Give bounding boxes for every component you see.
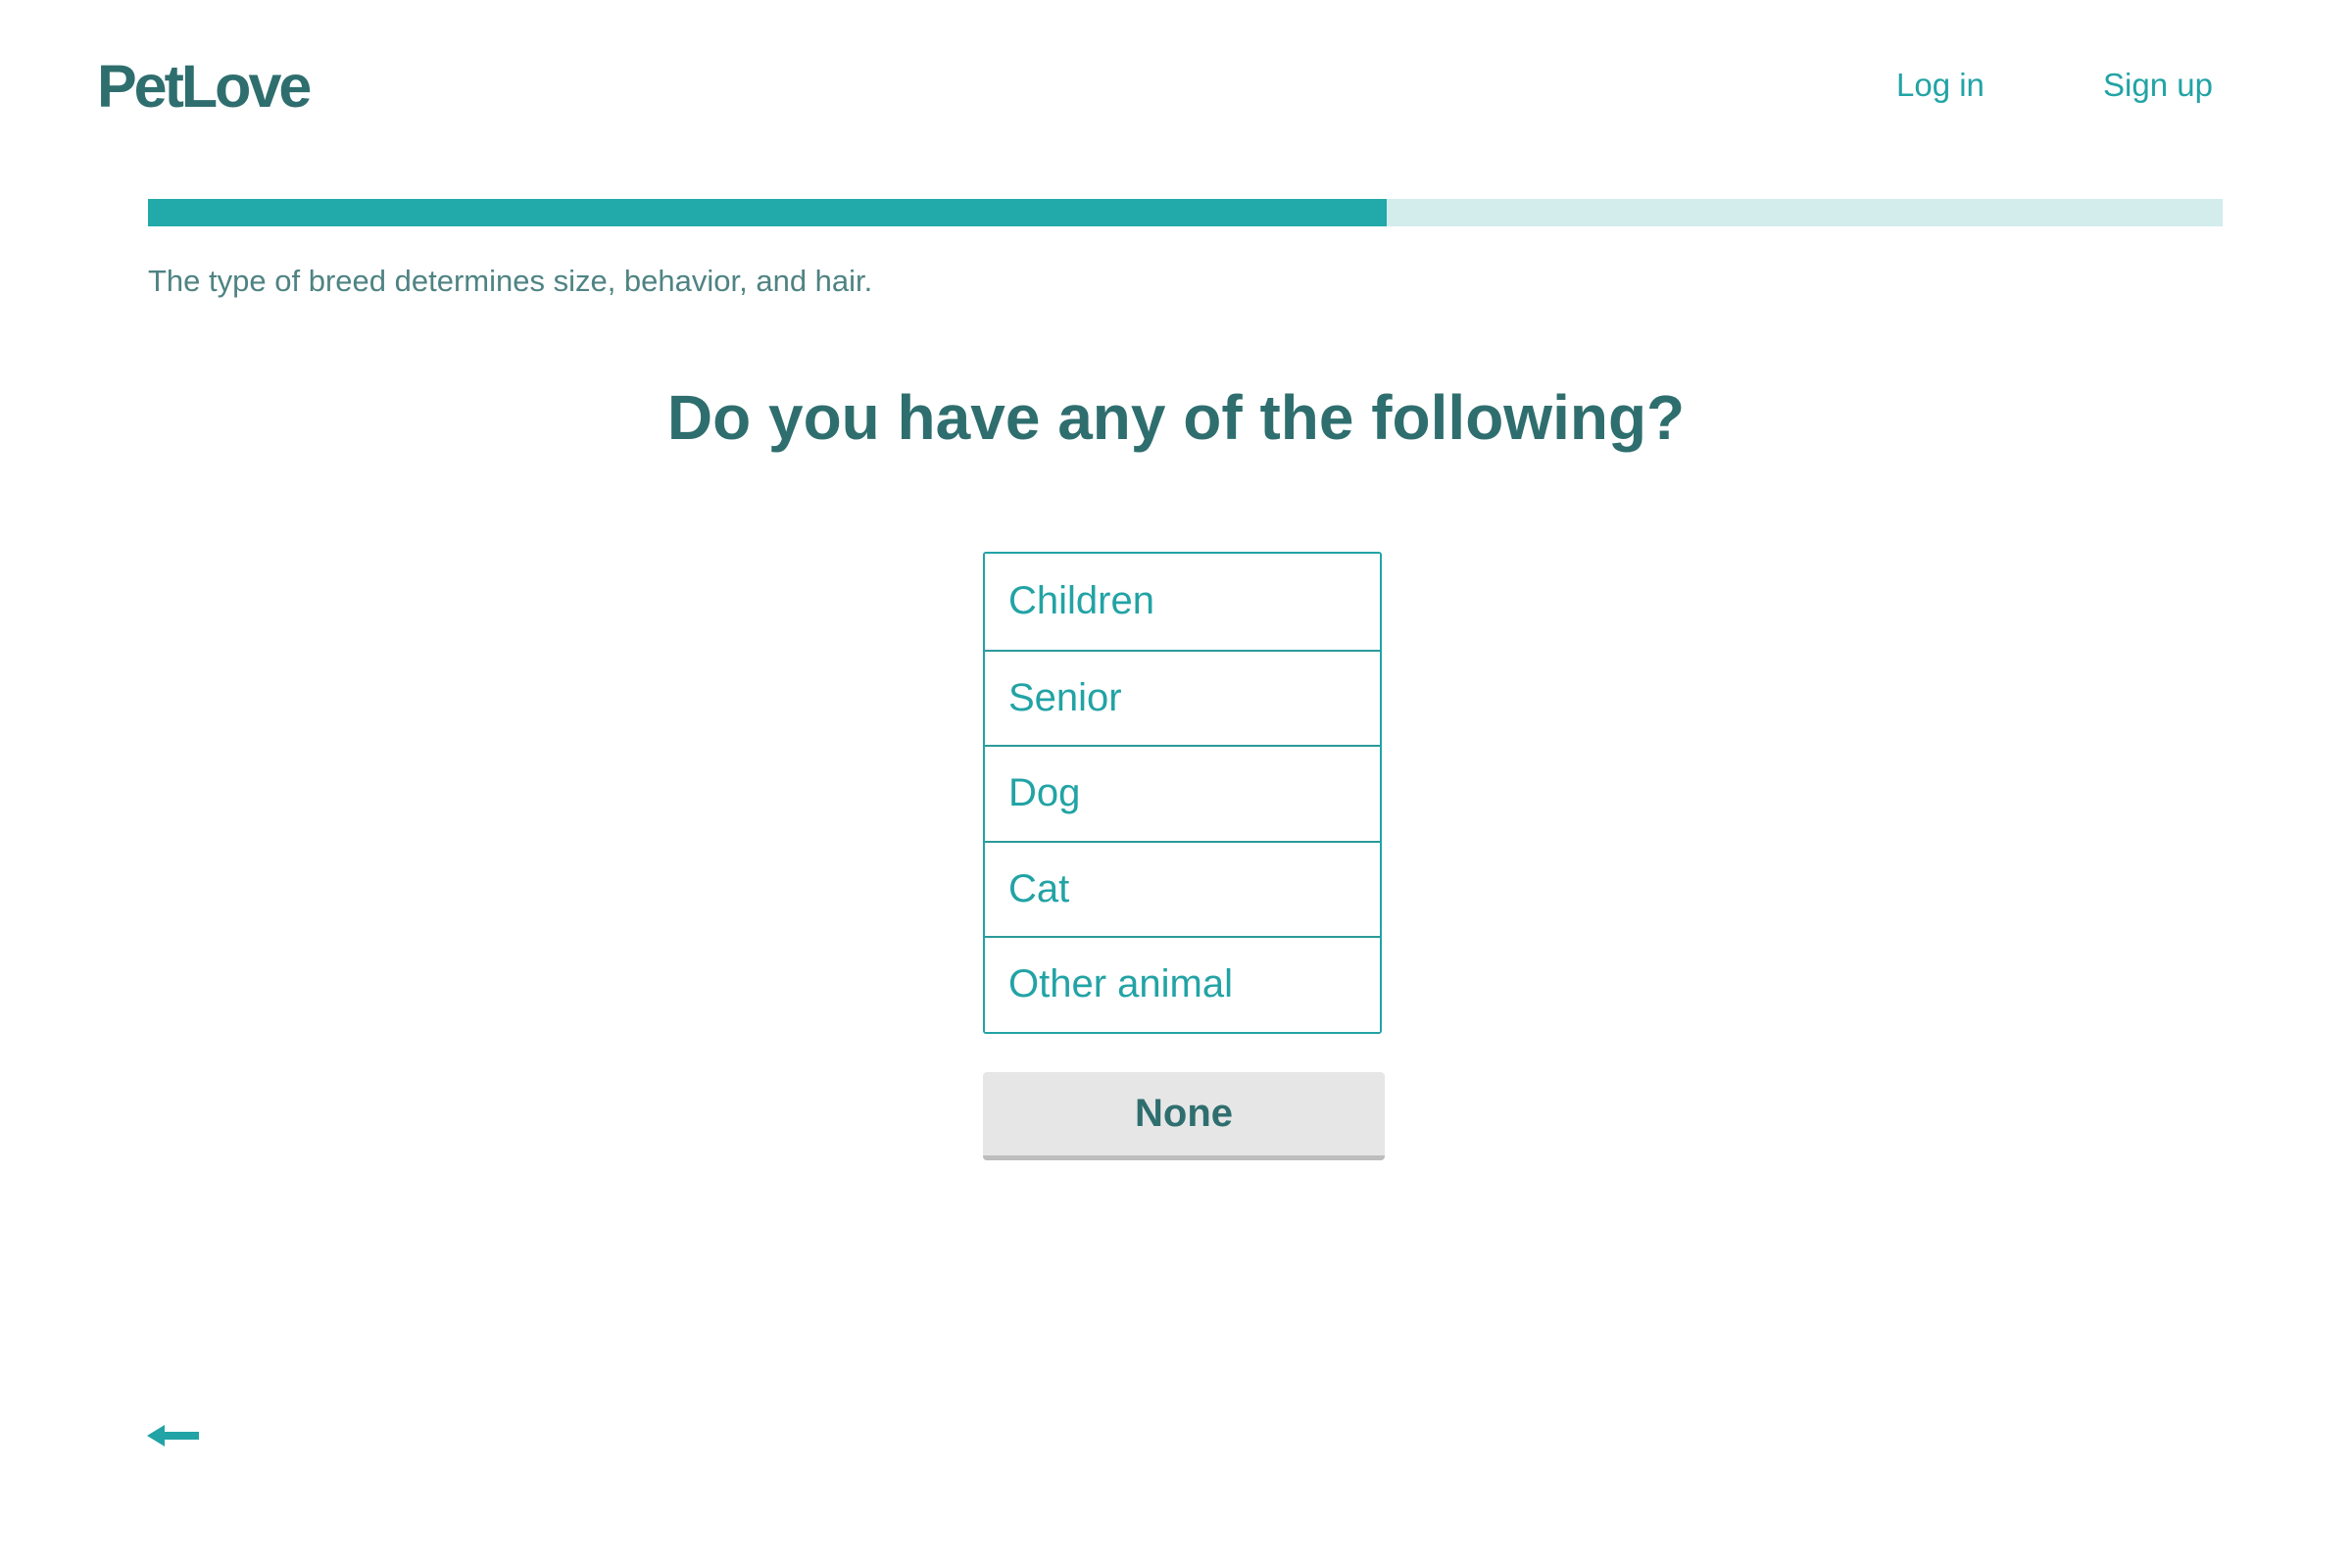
option-cat[interactable]: Cat xyxy=(985,840,1380,936)
back-button[interactable] xyxy=(147,1421,202,1450)
arrow-left-icon xyxy=(147,1425,199,1446)
logo[interactable]: PetLove xyxy=(97,57,312,117)
none-button[interactable]: None xyxy=(983,1072,1385,1160)
option-children[interactable]: Children xyxy=(985,554,1380,650)
quiz-page: PetLove Log in Sign up The type of breed… xyxy=(0,0,2352,1568)
option-senior[interactable]: Senior xyxy=(985,649,1380,745)
login-link[interactable]: Log in xyxy=(1896,69,1984,101)
option-dog[interactable]: Dog xyxy=(985,745,1380,841)
progress-bar xyxy=(148,199,2223,226)
question-title: Do you have any of the following? xyxy=(666,382,1686,453)
hint-text: The type of breed determines size, behav… xyxy=(148,264,873,298)
signup-link[interactable]: Sign up xyxy=(2103,69,2213,101)
options-list: Children Senior Dog Cat Other animal xyxy=(983,552,1382,1034)
option-other-animal[interactable]: Other animal xyxy=(985,936,1380,1032)
progress-fill xyxy=(148,199,1387,226)
